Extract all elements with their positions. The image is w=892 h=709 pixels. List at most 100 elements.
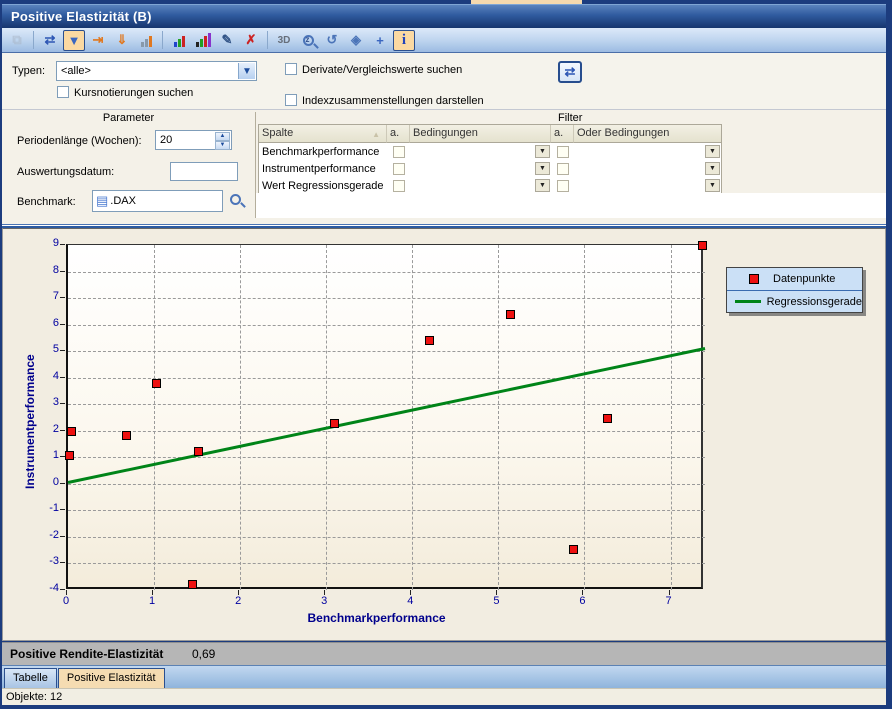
filter-icon[interactable]: ▼ [63,30,85,51]
column-insert-icon[interactable]: ⇥ [87,30,109,51]
x-tick-label: 5 [486,595,506,607]
kursnotierungen-checkbox[interactable] [57,86,69,98]
auswertungsdatum-input[interactable] [171,166,237,178]
chevron-down-icon[interactable]: ▼ [535,162,550,175]
histogram-icon[interactable] [135,30,157,51]
refresh-icon[interactable]: ⇄ [39,30,61,51]
chevron-down-icon[interactable]: ▼ [705,145,720,158]
typen-value: <alle> [61,65,91,77]
x-tick-label: 7 [659,595,679,607]
and-checkbox[interactable] [557,163,569,175]
tab-tabelle[interactable]: Tabelle [4,668,57,688]
chevron-down-icon[interactable]: ▼ [705,179,720,192]
y-tick [60,536,65,537]
flip-icon[interactable]: ↺ [321,30,343,51]
x-tick-label: 3 [314,595,334,607]
refresh-icon: ⇄ [45,32,56,48]
legend-entry[interactable]: Datenpunkte [727,268,862,290]
bedingungen-cell[interactable]: ▼ [410,143,551,160]
3d-icon[interactable]: 3D [273,30,295,51]
filter-row[interactable]: Instrumentperformance ▼ ▼ [259,160,721,177]
benchmark-doc-icon: ▤ [93,193,110,209]
data-point[interactable] [122,431,131,440]
benchmark-search-icon[interactable] [230,194,241,205]
column-header-spalte[interactable]: Spalte▲ [259,125,387,143]
delete-icon: ✗ [246,32,257,48]
filter-row[interactable]: Benchmarkperformance▼▼ [259,143,721,160]
and-checkbox[interactable] [393,146,405,158]
periodenlaenge-spinner[interactable]: 20 ▲▼ [155,130,232,150]
filter-row[interactable]: Wert Regressionsgerade▼▼ [259,177,721,194]
tab-positive-elastizitaet[interactable]: Positive Elastizität [58,668,165,688]
toolbar-separator [33,31,34,49]
color-chart-icon[interactable] [192,30,214,51]
data-point[interactable] [65,451,74,460]
data-point[interactable] [603,414,612,423]
sort-icon: ▲ [372,130,380,139]
spinner-buttons[interactable]: ▲▼ [215,132,230,148]
oder-bedingungen-cell[interactable]: ▼ [574,160,721,177]
typen-label: Typen: [12,65,45,77]
x-tick [410,590,411,595]
column-header-a2[interactable]: a. [551,125,574,143]
and-checkbox[interactable] [557,146,569,158]
data-point[interactable] [506,310,515,319]
report-edit-icon[interactable]: ✎ [216,30,238,51]
x-tick [496,590,497,595]
data-point[interactable] [67,427,76,436]
data-point[interactable] [698,241,707,250]
bar-chart-icon[interactable] [168,30,190,51]
auswertungsdatum-field[interactable] [170,162,238,181]
delete-icon[interactable]: ✗ [240,30,262,51]
y-tick [60,483,65,484]
y-tick [60,244,65,245]
index-label: Indexzusammenstellungen darstellen [302,95,484,107]
filter-table-header: Spalte▲ a. Bedingungen a. Oder Bedingung… [259,125,721,143]
column-header-a1[interactable]: a. [387,125,410,143]
info-icon[interactable]: i [393,30,415,51]
y-tick-label: 0 [37,476,59,488]
column-header-oder[interactable]: Oder Bedingungen [574,125,721,143]
y-tick-label: 7 [37,290,59,302]
data-point[interactable] [569,545,578,554]
and-checkbox[interactable] [393,180,405,192]
filter-table-empty-area [256,193,886,218]
chevron-down-icon[interactable]: ▼ [535,145,550,158]
flip-icon: ↺ [327,32,338,48]
row-insert-icon[interactable]: ⇓ [111,30,133,51]
rotate-box-icon[interactable]: ◈ [345,30,367,51]
filter-row-label: Instrumentperformance [259,160,387,177]
chevron-down-icon[interactable]: ▼ [238,63,255,79]
index-checkbox[interactable] [285,94,297,106]
bedingungen-cell[interactable]: ▼ [410,160,551,177]
chevron-down-icon[interactable]: ▼ [705,162,720,175]
column-header-bedingungen[interactable]: Bedingungen [410,125,551,143]
data-point[interactable] [194,447,203,456]
x-tick [238,590,239,595]
spin-up-icon[interactable]: ▲ [215,132,230,141]
filter-table: Spalte▲ a. Bedingungen a. Oder Bedingung… [258,124,722,195]
derivate-checkbox[interactable] [285,63,297,75]
apply-layout-icon: ⧉ [12,32,21,48]
zoom-z-icon[interactable]: z [297,30,319,51]
data-point[interactable] [188,580,197,589]
typen-combobox[interactable]: <alle> ▼ [56,61,257,81]
refresh-button[interactable]: ⇄ [558,61,582,83]
result-bar: Positive Rendite-Elastizität 0,69 [2,642,886,665]
oder-bedingungen-cell[interactable]: ▼ [574,143,721,160]
data-point[interactable] [152,379,161,388]
parameter-header: Parameter [2,112,255,124]
and-checkbox[interactable] [393,163,405,175]
and-checkbox[interactable] [557,180,569,192]
bedingungen-cell[interactable]: ▼ [410,177,551,194]
data-point[interactable] [425,336,434,345]
crosshair-icon[interactable]: + [369,30,391,51]
oder-bedingungen-cell[interactable]: ▼ [574,177,721,194]
benchmark-field[interactable]: ▤ .DAX [92,190,223,212]
chart-legend: DatenpunkteRegressionsgerade [726,267,863,313]
chevron-down-icon[interactable]: ▼ [535,179,550,192]
legend-entry[interactable]: Regressionsgerade [727,290,862,312]
spin-down-icon[interactable]: ▼ [215,141,230,150]
data-point[interactable] [330,419,339,428]
filter-icon: ▼ [68,33,81,48]
